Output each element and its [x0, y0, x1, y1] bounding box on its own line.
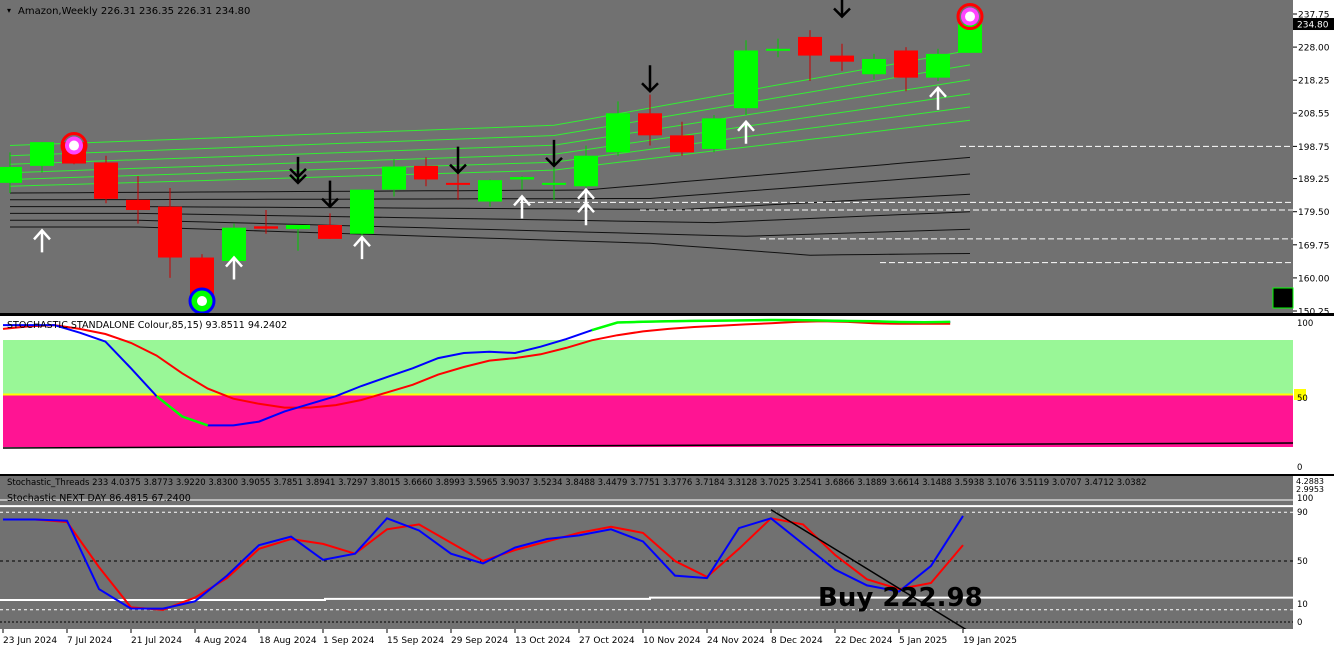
ind2-axis-label: 90: [1297, 508, 1308, 518]
stochastic-standalone-panel[interactable]: 100 50 0: [0, 316, 1334, 473]
stochastic-next-day-panel[interactable]: 1009050100: [0, 476, 1334, 633]
candle-body[interactable]: [382, 166, 406, 190]
time-axis-label: 5 Jan 2025: [899, 636, 947, 646]
ind1-axis-label: 0: [1297, 463, 1302, 473]
candle-body[interactable]: [638, 113, 662, 136]
time-axis-label: 27 Oct 2024: [579, 636, 635, 646]
time-axis-label: 10 Nov 2024: [643, 636, 701, 646]
ind2-axis-label: 10: [1297, 600, 1308, 610]
candle-body[interactable]: [414, 165, 438, 180]
candle-body[interactable]: [862, 58, 886, 75]
candle-body[interactable]: [510, 177, 534, 180]
time-axis-label: 1 Sep 2024: [323, 636, 375, 646]
stoch-upper-zone: [3, 340, 1293, 394]
current-price-label: 234.80: [1297, 21, 1329, 31]
time-axis-label: 18 Aug 2024: [259, 636, 317, 646]
candle-body[interactable]: [798, 36, 822, 56]
buy-signal-text: Buy 222.98: [818, 583, 983, 613]
candle-body[interactable]: [926, 53, 950, 78]
signal-circle-center: [965, 11, 975, 22]
price-axis-label: 198.75: [1298, 143, 1330, 153]
ind1-axis-label: 100: [1297, 319, 1313, 329]
price-axis-label: 179.50: [1298, 208, 1330, 218]
price-axis-label: 169.75: [1298, 241, 1330, 251]
candle-body[interactable]: [542, 182, 566, 185]
chart-symbol-line: Amazon,Weekly 226.31 236.35 226.31 234.8…: [18, 6, 250, 17]
time-axis-label: 15 Sep 2024: [387, 636, 444, 646]
price-axis-label: 228.00: [1298, 44, 1330, 54]
candle-body[interactable]: [574, 155, 598, 187]
chart-canvas[interactable]: 237.75228.00218.25208.55198.75189.25179.…: [0, 0, 1334, 651]
candle-body[interactable]: [350, 189, 374, 234]
ind2-background: [0, 476, 1293, 629]
time-axis-label: 23 Jun 2024: [3, 636, 57, 646]
price-axis-label: 218.25: [1298, 77, 1330, 87]
panel-separator: [0, 313, 1334, 316]
header-menu-arrow[interactable]: ▾: [7, 6, 11, 15]
candle-body[interactable]: [894, 50, 918, 78]
price-axis-label: 189.25: [1298, 175, 1330, 185]
candle-body[interactable]: [766, 48, 790, 51]
candle-body[interactable]: [0, 166, 22, 183]
time-axis-label: 8 Dec 2024: [771, 636, 823, 646]
candle-body[interactable]: [670, 135, 694, 153]
stoch-next-day-title: Stochastic NEXT DAY 86.4815 67.2400: [7, 493, 191, 504]
price-axis-label: 208.55: [1298, 110, 1330, 120]
time-axis-label: 22 Dec 2024: [835, 636, 893, 646]
stoch-standalone-title: STOCHASTIC STANDALONE Colour,85,15) 93.8…: [7, 320, 287, 331]
time-axis-label: 7 Jul 2024: [67, 636, 112, 646]
ind2-axis-label: 0: [1297, 618, 1302, 628]
threads-axis-bottom: 2.9953: [1296, 485, 1324, 494]
candle-body[interactable]: [606, 113, 630, 153]
time-axis-label: 21 Jul 2024: [131, 636, 182, 646]
candle-body[interactable]: [446, 182, 470, 185]
candle-body[interactable]: [30, 142, 54, 166]
time-axis-label: 4 Aug 2024: [195, 636, 247, 646]
candle-body[interactable]: [318, 224, 342, 239]
candle-body[interactable]: [286, 224, 310, 230]
ind1-axis-label: 50: [1297, 394, 1308, 404]
time-axis-label: 13 Oct 2024: [515, 636, 571, 646]
candle-body[interactable]: [254, 226, 278, 229]
ind2-axis-label: 100: [1297, 494, 1313, 504]
candle-body[interactable]: [158, 206, 182, 258]
status-box: [1272, 287, 1294, 309]
time-axis-label: 24 Nov 2024: [707, 636, 765, 646]
candle-body[interactable]: [702, 118, 726, 149]
stoch-threads-line: Stochastic_Threads 233 4.0375 3.8773 3.9…: [7, 478, 1147, 488]
candle-body[interactable]: [478, 180, 502, 202]
time-axis-label: 19 Jan 2025: [963, 636, 1017, 646]
candle-body[interactable]: [94, 162, 118, 199]
bottom-signal-center: [197, 296, 207, 307]
panel-separator-2: [0, 474, 1334, 476]
signal-circle-center: [69, 140, 79, 151]
trading-chart-window[interactable]: 237.75 228.00 218.25 208.55 198.75 189.25 179.…: [0, 0, 1334, 651]
price-axis-label: 160.00: [1298, 274, 1330, 284]
time-axis-label: 29 Sep 2024: [451, 636, 508, 646]
ind2-axis-label: 50: [1297, 557, 1308, 567]
candle-body[interactable]: [126, 199, 150, 211]
candle-body[interactable]: [734, 50, 758, 109]
candle-body[interactable]: [830, 55, 854, 62]
